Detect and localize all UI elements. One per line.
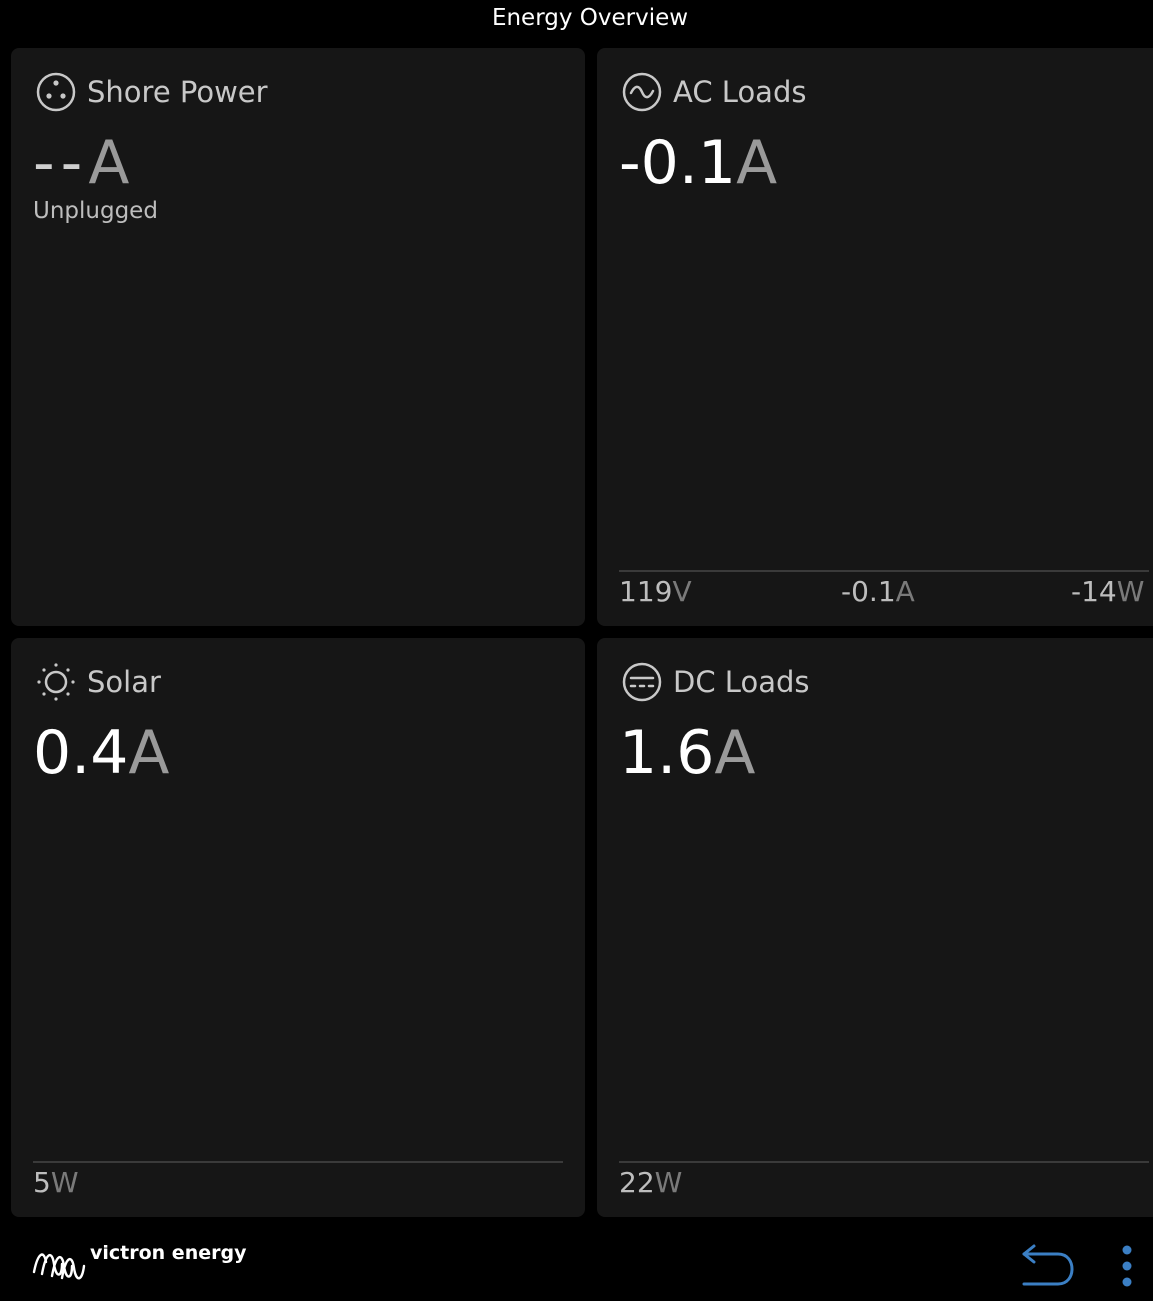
ac-loads-voltage-value: 119: [619, 575, 673, 608]
tile-solar-header: Solar: [35, 660, 161, 704]
tile-ac-loads-title: AC Loads: [673, 75, 807, 109]
ac-loads-voltage-unit: V: [672, 575, 692, 608]
ac-loads-divider: [619, 570, 1149, 572]
dc-icon: [622, 662, 662, 702]
tile-shore-power[interactable]: Shore Power --A Unplugged: [11, 48, 585, 626]
sun-icon: [37, 663, 75, 701]
tile-shore-power-header: Shore Power: [35, 70, 268, 114]
solar-current: 0.4A: [33, 718, 169, 788]
energy-overview-screen: Energy Overview Shore Power --A Unplugge…: [0, 0, 1153, 1301]
tile-dc-loads-header: DC Loads: [621, 660, 809, 704]
logo-text: victron energy: [90, 1242, 247, 1264]
ac-loads-stat-current: -0.1A: [841, 575, 915, 608]
tile-solar[interactable]: Solar 0.4A 5W: [11, 638, 585, 1217]
victron-logo: victron energy: [32, 1242, 246, 1282]
shore-power-icon: [36, 72, 76, 112]
victron-logo-mark-icon: [32, 1253, 86, 1280]
ac-loads-unit: A: [736, 128, 778, 198]
more-vertical-icon: [1122, 1245, 1132, 1287]
shore-power-unit: A: [88, 128, 130, 198]
solar-power: 5W: [33, 1166, 79, 1199]
back-button[interactable]: [1018, 1238, 1078, 1288]
solar-value: 0.4: [33, 718, 129, 788]
ac-loads-power-value: -14: [1071, 575, 1117, 608]
tile-ac-loads[interactable]: AC Loads -0.1A 119V -0.1A -14W: [597, 48, 1153, 626]
shore-power-current: --A: [33, 128, 129, 198]
tile-dc-loads[interactable]: DC Loads 1.6A 22W: [597, 638, 1153, 1217]
dc-loads-power-unit: W: [654, 1166, 683, 1199]
page-title: Energy Overview: [491, 5, 689, 31]
dc-loads-power: 22W: [619, 1166, 682, 1199]
ac-loads-power: -14W: [1071, 575, 1144, 608]
tile-dc-loads-title: DC Loads: [673, 665, 810, 699]
shore-power-value: --: [33, 128, 89, 198]
dc-loads-current: 1.6A: [619, 718, 755, 788]
dc-loads-unit: A: [714, 718, 756, 788]
tile-ac-loads-header: AC Loads: [621, 70, 806, 114]
back-arrow-icon: [1022, 1244, 1074, 1286]
ac-wave-icon: [622, 72, 662, 112]
tile-solar-title: Solar: [87, 665, 161, 699]
tile-shore-power-title: Shore Power: [87, 75, 268, 109]
ac-loads-value: -0.1: [619, 128, 737, 198]
solar-divider: [33, 1161, 563, 1163]
ac-loads-power-unit: W: [1116, 575, 1145, 608]
ac-loads-current: -0.1A: [619, 128, 777, 198]
more-menu-button[interactable]: [1112, 1240, 1142, 1290]
dc-loads-power-value: 22: [619, 1166, 655, 1199]
solar-power-value: 5: [33, 1166, 51, 1199]
shore-power-status: Unplugged: [33, 198, 158, 224]
solar-power-unit: W: [50, 1166, 79, 1199]
ac-loads-voltage: 119V: [619, 575, 692, 608]
ac-loads-stat-current-value: -0.1: [841, 575, 896, 608]
dc-loads-value: 1.6: [619, 718, 715, 788]
dc-loads-divider: [619, 1161, 1149, 1163]
solar-unit: A: [128, 718, 170, 788]
ac-loads-stat-current-unit: A: [895, 575, 915, 608]
